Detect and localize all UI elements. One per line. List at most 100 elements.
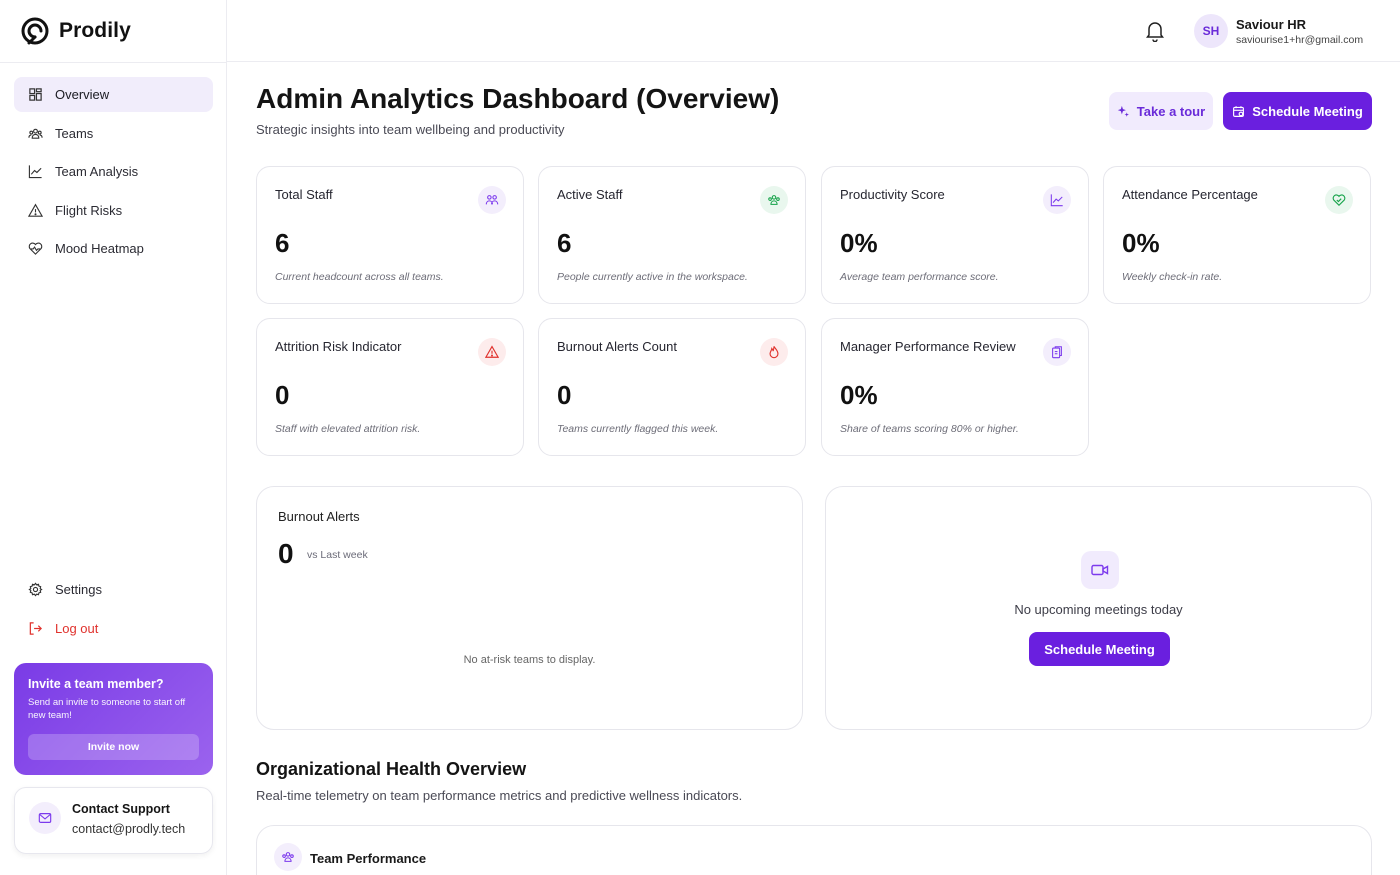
card-note: Staff with elevated attrition risk. (275, 423, 421, 435)
brand-logo[interactable]: Prodily (20, 16, 131, 46)
schedule-meeting-button[interactable]: Schedule Meeting (1223, 92, 1372, 130)
invite-text: Send an invite to someone to start off n… (28, 697, 186, 721)
stat-card-attrition-risk: Attrition Risk Indicator 0 Staff with el… (256, 318, 524, 456)
stat-card-manager-performance: Manager Performance Review 0% Share of t… (821, 318, 1089, 456)
schedule-meeting-panel-button[interactable]: Schedule Meeting (1029, 632, 1170, 666)
card-value: 0 (275, 380, 290, 410)
sidebar-item-label: Flight Risks (55, 202, 123, 218)
sidebar-item-teams[interactable]: Teams (14, 116, 213, 151)
flame-icon (769, 346, 779, 359)
section-title: Organizational Health Overview (256, 759, 527, 779)
sidebar-item-settings[interactable]: Settings (14, 572, 213, 607)
brand-name: Prodily (59, 19, 131, 42)
sidebar-item-overview[interactable]: Overview (14, 77, 213, 112)
sidebar-item-logout[interactable]: Log out (14, 611, 213, 646)
card-value: 6 (275, 228, 290, 258)
invite-title: Invite a team member? (28, 677, 164, 691)
card-label: Total Staff (275, 187, 333, 202)
sidebar-item-label: Mood Heatmap (55, 241, 144, 256)
schedule-meeting-label: Schedule Meeting (1252, 103, 1363, 119)
stat-card-attendance-percentage: Attendance Percentage 0% Weekly check-in… (1103, 166, 1371, 304)
video-camera-icon (1091, 564, 1109, 576)
card-icon-wrap (478, 186, 506, 214)
sidebar-item-mood-heatmap[interactable]: Mood Heatmap (14, 231, 213, 266)
divider (0, 62, 227, 63)
sidebar-item-team-analysis[interactable]: Team Analysis (14, 154, 213, 189)
panel-title: Burnout Alerts (278, 509, 360, 524)
card-icon-wrap (1325, 186, 1353, 214)
grid-icon (29, 88, 42, 101)
team-performance-icon (282, 852, 294, 862)
card-label: Attendance Percentage (1122, 187, 1258, 202)
section-subtitle: Real-time telemetry on team performance … (256, 788, 743, 803)
card-note: Weekly check-in rate. (1122, 271, 1223, 283)
mail-icon (38, 813, 52, 823)
card-value: 6 (557, 228, 572, 258)
card-icon-wrap (1043, 186, 1071, 214)
support-email[interactable]: contact@prodly.tech (72, 822, 185, 836)
stat-card-burnout-alerts-count: Burnout Alerts Count 0 Teams currently f… (538, 318, 806, 456)
vs-last-week-label: vs Last week (307, 549, 368, 561)
card-label: Productivity Score (840, 187, 945, 202)
user-name: Saviour HR (1236, 17, 1307, 32)
meetings-panel: No upcoming meetings today Schedule Meet… (825, 486, 1372, 730)
team-icon (485, 195, 499, 205)
card-note: Average team performance score. (840, 271, 999, 283)
card-label: Manager Performance Review (840, 339, 1016, 354)
meeting-icon-wrap (1081, 551, 1119, 589)
card-value: 0% (1122, 228, 1160, 258)
trend-chart-icon (1050, 194, 1063, 207)
bell-icon[interactable] (1145, 20, 1165, 42)
stat-card-active-staff: Active Staff 6 People currently active i… (538, 166, 806, 304)
user-email: saviourise1+hr@gmail.com (1236, 34, 1364, 46)
logout-icon (29, 622, 42, 635)
clipboard-icon (1052, 346, 1062, 359)
contact-support-card[interactable]: Contact Support contact@prodly.tech (14, 787, 213, 854)
card-value: 0% (840, 380, 878, 410)
take-a-tour-button[interactable]: Take a tour (1109, 92, 1213, 130)
card-value: 0 (557, 380, 572, 410)
prodily-logo-icon (21, 17, 49, 45)
card-label: Burnout Alerts Count (557, 339, 677, 354)
no-meetings-text: No upcoming meetings today (1014, 602, 1183, 617)
perf-icon-wrap (274, 843, 302, 871)
page-subtitle: Strategic insights into team wellbeing a… (256, 122, 565, 137)
support-title: Contact Support (72, 802, 170, 816)
sidebar-item-label: Log out (55, 621, 99, 636)
sidebar-item-flight-risks[interactable]: Flight Risks (14, 193, 213, 228)
empty-state-text: No at-risk teams to display. (463, 654, 596, 666)
sparkles-icon (1117, 105, 1129, 117)
card-icon-wrap (478, 338, 506, 366)
alert-triangle-icon (485, 345, 499, 358)
sidebar-nav: Overview Teams Team Analysis Flight Risk… (14, 77, 213, 270)
top-bar: SH Saviour HR saviourise1+hr@gmail.com (227, 0, 1400, 62)
card-icon-wrap (1043, 338, 1071, 366)
page-title: Admin Analytics Dashboard (Overview) (256, 83, 780, 114)
card-label: Active Staff (557, 187, 623, 202)
burnout-alerts-panel: Burnout Alerts 0 vs Last week No at-risk… (256, 486, 803, 730)
avatar[interactable]: SH (1194, 14, 1228, 48)
warning-icon (28, 203, 43, 217)
sidebar-item-label: Settings (55, 582, 102, 597)
card-icon-wrap (760, 186, 788, 214)
users-icon (28, 128, 43, 139)
support-icon-wrap (29, 802, 61, 834)
invite-now-button[interactable]: Invite now (28, 734, 199, 760)
sidebar: Prodily Overview Teams Team Analysis Fli… (0, 0, 227, 875)
sidebar-item-label: Team Analysis (55, 164, 139, 179)
heart-check-icon (1332, 194, 1346, 207)
support-text: Contact Support contact@prodly.tech (72, 802, 185, 839)
card-value: 0% (840, 228, 878, 258)
invite-card: Invite a team member? Send an invite to … (14, 663, 213, 775)
card-note: Share of teams scoring 80% or higher. (840, 423, 1019, 435)
line-chart-icon (28, 165, 42, 179)
sidebar-item-label: Overview (55, 87, 110, 102)
gear-icon (28, 582, 43, 597)
team-performance-title: Team Performance (310, 851, 427, 866)
calendar-icon (1233, 105, 1245, 117)
active-users-icon (768, 195, 780, 205)
card-note: People currently active in the workspace… (557, 271, 748, 283)
card-note: Teams currently flagged this week. (557, 423, 719, 435)
card-note: Current headcount across all teams. (275, 271, 444, 283)
sidebar-bottom-nav: Settings Log out (14, 572, 213, 650)
